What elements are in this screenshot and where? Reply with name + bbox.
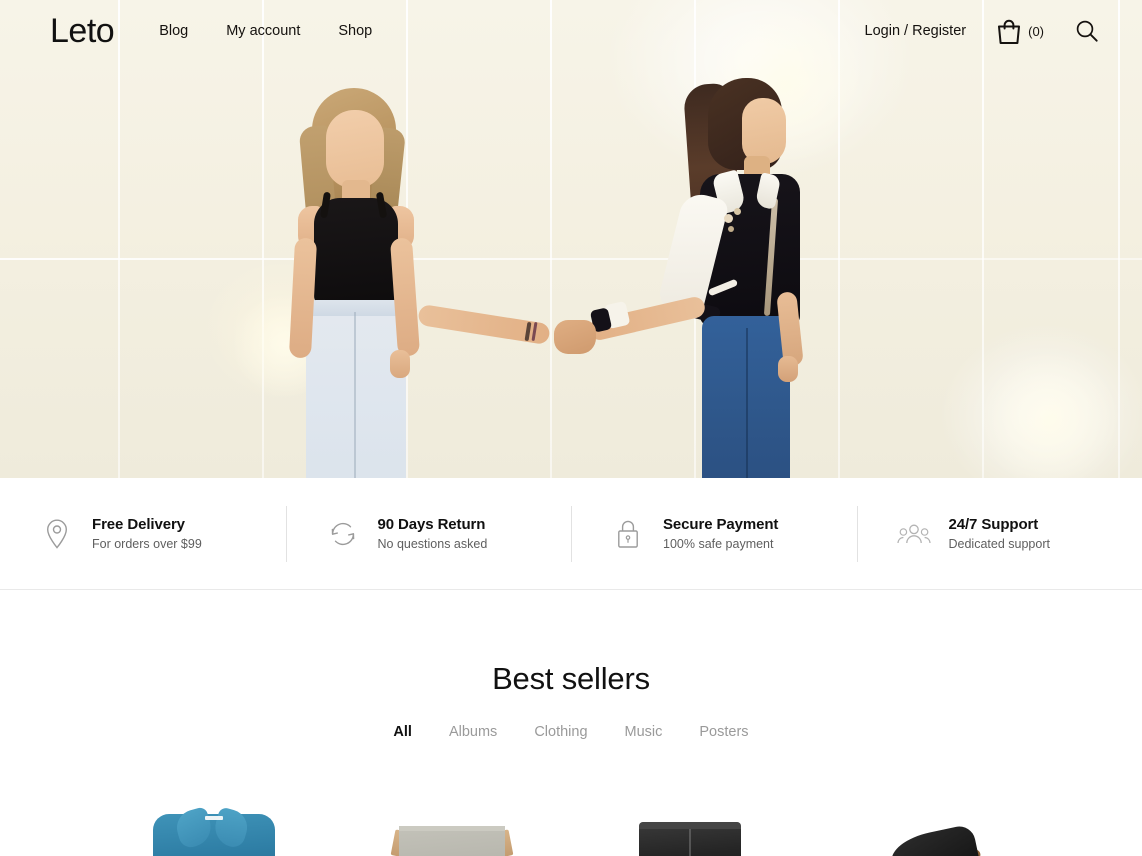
jacket-floral-embroidery [734, 208, 741, 215]
jeans-seam [354, 312, 356, 478]
feature-title: Secure Payment [663, 516, 779, 533]
feature-title: 24/7 Support [948, 516, 1039, 533]
product-image-bag-flap [399, 826, 505, 831]
brand-logo[interactable]: Leto [50, 14, 115, 48]
tile-grout-line [550, 0, 552, 478]
filter-tab-music[interactable]: Music [625, 724, 663, 740]
filter-tab-albums[interactable]: Albums [449, 724, 497, 740]
tile-grout-line [838, 0, 840, 478]
feature-secure-payment: Secure Payment 100% safe payment [571, 504, 857, 564]
model-hand [390, 350, 410, 378]
feature-text: Secure Payment 100% safe payment [663, 516, 778, 551]
product-card-grey-handbag[interactable] [373, 798, 531, 856]
product-card-blue-fleece-jacket[interactable] [135, 798, 293, 856]
shopping-bag-icon [998, 19, 1021, 44]
feature-subtitle: No questions asked [377, 537, 488, 551]
main-navigation: Blog My account Shop [159, 23, 372, 39]
filter-tab-posters[interactable]: Posters [699, 724, 748, 740]
tile-grout-line [1118, 0, 1120, 478]
cart-button[interactable]: (0) [996, 17, 1044, 45]
product-image-trousers-waist [639, 822, 741, 829]
section-title: Best sellers [492, 661, 650, 696]
jacket-floral-embroidery [724, 214, 733, 223]
jeans-seam [746, 328, 748, 478]
model-face [742, 98, 786, 164]
feature-text: Free Delivery For orders over $99 [92, 516, 202, 551]
feature-24-7-support: 24/7 Support Dedicated support [856, 504, 1142, 564]
search-button[interactable] [1074, 18, 1100, 44]
map-pin-icon [40, 516, 74, 552]
product-image-jacket-label [205, 816, 223, 820]
feature-subtitle: For orders over $99 [92, 537, 202, 551]
jeans-waistband [306, 300, 406, 316]
feature-text: 24/7 Support Dedicated support [949, 516, 1050, 551]
tile-grout-line [118, 0, 120, 478]
product-filter-tabs: All Albums Clothing Music Posters [0, 724, 1142, 740]
model-hand [778, 356, 798, 382]
filter-tab-clothing[interactable]: Clothing [534, 724, 587, 740]
model-light-jeans [306, 300, 406, 478]
product-image-trousers-seam [689, 829, 691, 856]
jacket-floral-embroidery [728, 226, 734, 232]
people-group-icon [896, 516, 931, 552]
filter-tab-all[interactable]: All [393, 724, 412, 740]
login-register-link[interactable]: Login / Register [865, 23, 967, 39]
hero-model-left [268, 88, 448, 478]
hero-joined-hands [417, 294, 707, 358]
product-grid [0, 798, 1142, 856]
cart-count: (0) [1028, 23, 1044, 39]
product-card-black-pointed-shoe[interactable] [849, 798, 1007, 856]
model-face [326, 110, 384, 188]
tile-grout-line [0, 258, 1142, 260]
clasped-hands [554, 320, 596, 354]
nav-item-my-account[interactable]: My account [226, 23, 300, 39]
nav-item-blog[interactable]: Blog [159, 23, 188, 39]
feature-subtitle: Dedicated support [948, 537, 1050, 551]
tile-grout-line [262, 0, 264, 478]
product-image-jacket-body [153, 814, 275, 856]
feature-90-days-return: 90 Days Return No questions asked [285, 504, 572, 564]
tile-grout-line [982, 0, 984, 478]
feature-free-delivery: Free Delivery For orders over $99 [0, 504, 286, 564]
feature-title: Free Delivery [92, 516, 185, 533]
lock-icon [611, 516, 645, 552]
feature-bar: Free Delivery For orders over $99 90 Day… [0, 478, 1142, 590]
refresh-circle-icon [326, 516, 360, 552]
product-card-black-trousers[interactable] [611, 798, 769, 856]
header-actions: Login / Register (0) [865, 17, 1100, 45]
feature-subtitle: 100% safe payment [663, 537, 774, 551]
hero-model-right [656, 78, 832, 478]
page-root: Leto Blog My account Shop Login / Regist… [0, 0, 1142, 856]
nav-item-shop[interactable]: Shop [338, 23, 372, 39]
product-image-shoe-body [887, 823, 981, 856]
feature-title: 90 Days Return [377, 516, 486, 533]
search-icon [1076, 20, 1098, 42]
hero-banner: Leto Blog My account Shop Login / Regist… [0, 0, 1142, 478]
feature-text: 90 Days Return No questions asked [378, 516, 488, 551]
site-header: Leto Blog My account Shop Login / Regist… [0, 0, 1142, 62]
tile-wall-background [0, 0, 1142, 478]
